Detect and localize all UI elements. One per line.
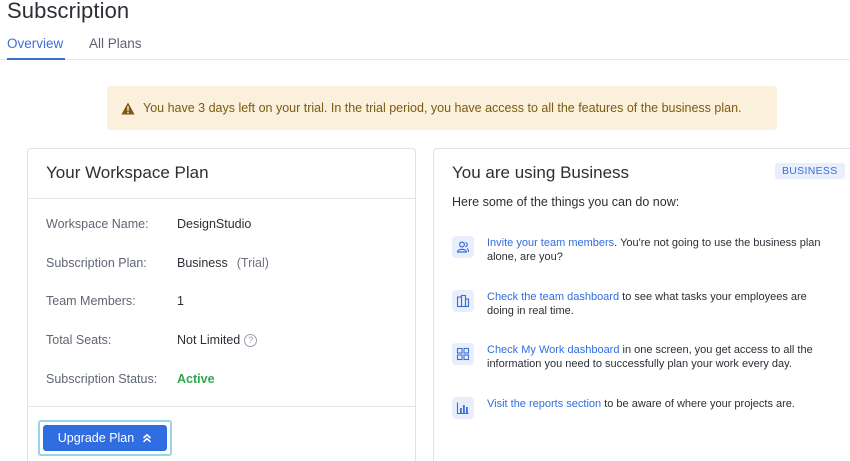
info-label: Total Seats: (46, 333, 112, 347)
business-subtitle: Here some of the things you can do now: (452, 195, 680, 209)
upgrade-plan-button[interactable]: Upgrade Plan (43, 425, 167, 451)
team-members-value: 1 (177, 294, 184, 308)
feature-my-work-dashboard: Check My Work dashboard in one screen, y… (452, 343, 832, 371)
info-label: Workspace Name: (46, 217, 149, 231)
trial-suffix: (Trial) (236, 256, 269, 270)
total-seats-value: Not Limited (177, 333, 241, 347)
status-badge: Active (177, 372, 215, 386)
plan-badge: BUSINESS (775, 163, 845, 179)
feature-invite-team: Invite your team members. You're not goi… (452, 236, 832, 264)
warning-icon (121, 102, 135, 114)
info-label: Team Members: (46, 294, 136, 308)
feature-text: Check the team dashboard to see what tas… (487, 290, 832, 318)
team-members-icon (452, 236, 474, 258)
trial-alert: You have 3 days left on your trial. In t… (107, 86, 777, 130)
business-title: You are using Business (452, 163, 630, 182)
double-chevron-up-icon (143, 433, 152, 443)
tab-all-plans[interactable]: All Plans (89, 36, 142, 51)
info-row-team-members: Team Members: 1 (46, 294, 184, 308)
feature-text: Check My Work dashboard in one screen, y… (487, 343, 832, 371)
info-row-subscription-plan: Subscription Plan: Business (Trial) (46, 256, 269, 270)
info-row-workspace-name: Workspace Name: DesignStudio (46, 217, 251, 231)
card-divider (28, 406, 415, 407)
team-dashboard-icon (452, 290, 474, 312)
feature-team-dashboard: Check the team dashboard to see what tas… (452, 290, 832, 318)
subscription-plan-value: Business (177, 256, 228, 270)
alert-text: You have 3 days left on your trial. In t… (143, 101, 742, 115)
help-icon[interactable]: ? (244, 333, 258, 347)
workspace-name-value: DesignStudio (177, 217, 252, 231)
info-label: Subscription Plan: (46, 256, 147, 270)
reports-icon (452, 397, 474, 419)
feature-reports: Visit the reports section to be aware of… (452, 397, 832, 419)
my-work-dashboard-link[interactable]: Check My Work dashboard (487, 344, 619, 356)
tab-overview[interactable]: Overview (7, 36, 66, 60)
info-row-total-seats: Total Seats: Not Limited ? (46, 333, 258, 347)
tab-bar: Overview All Plans (0, 34, 850, 60)
team-dashboard-link[interactable]: Check the team dashboard (487, 291, 619, 303)
reports-link[interactable]: Visit the reports section (487, 398, 601, 410)
invite-team-link[interactable]: Invite your team members (487, 237, 614, 249)
business-plan-card: You are using Business BUSINESS Here som… (433, 148, 850, 461)
upgrade-focus-ring: Upgrade Plan (38, 420, 172, 456)
page-title: Subscription (7, 0, 130, 23)
feature-text: Invite your team members. You're not goi… (487, 236, 832, 264)
info-label: Subscription Status: (46, 372, 158, 386)
feature-description: to be aware of where your projects are. (601, 398, 795, 410)
feature-text: Visit the reports section to be aware of… (487, 397, 795, 411)
upgrade-plan-label: Upgrade Plan (57, 431, 135, 445)
workspace-plan-title: Your Workspace Plan (28, 149, 415, 199)
workspace-plan-card: Your Workspace Plan Workspace Name: Desi… (27, 148, 416, 461)
info-row-subscription-status: Subscription Status: Active (46, 372, 215, 386)
my-work-dashboard-icon (452, 343, 474, 365)
